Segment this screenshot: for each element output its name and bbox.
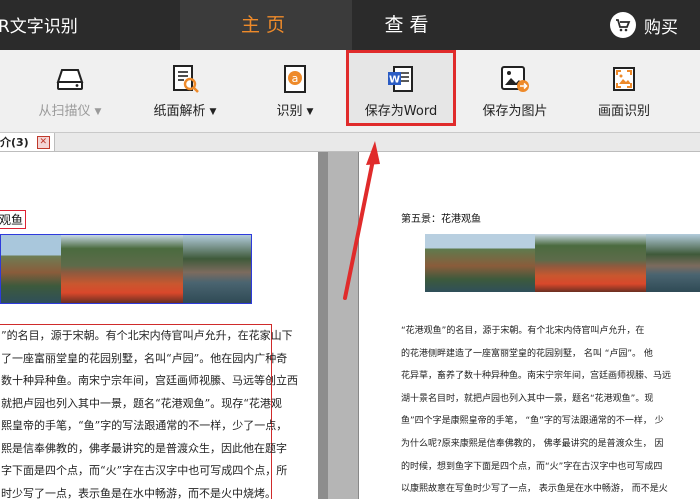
cart-icon — [610, 12, 636, 38]
page-analysis-caret-icon: ▼ — [209, 107, 217, 117]
tab-view[interactable]: 查看 — [352, 0, 467, 50]
recognize-label: 识别 — [276, 104, 303, 119]
save-word-label: 保存为Word — [364, 104, 438, 119]
app-title: R文字识别 — [0, 17, 78, 37]
tab-home[interactable]: 主页 — [180, 0, 352, 50]
right-photo-row — [425, 234, 700, 292]
right-text-line: 鱼”四个字是康熙皇帝的手笔， “鱼”字的写法跟通常的不一样， 少 — [401, 416, 664, 427]
garden-photo-1 — [425, 234, 536, 292]
save-image-label: 保存为图片 — [482, 104, 548, 119]
recognize-caret-icon: ▼ — [306, 107, 314, 117]
screen-capture-icon — [607, 62, 641, 96]
tab-home-label: 主页 — [240, 14, 291, 36]
result-preview-pane[interactable]: 第五景：花港观鱼 “花港观鱼”的名目，源于宋朝。有个北宋内侍官叫卢允升，在 的花… — [358, 152, 700, 499]
recognize-icon: a — [278, 62, 312, 96]
left-text-line: 就把卢园也列入其中一景，题名“花港观鱼”。现存“花港观 — [1, 396, 282, 410]
right-text-line: 以康熙故意在写鱼时少写了一点， 表示鱼是在水中畅游， 而不是火 — [401, 484, 668, 495]
garden-photo-2 — [61, 235, 183, 303]
svg-text:W: W — [389, 75, 400, 86]
right-text-line: 花异草，畜养了数十种异种鱼。南宋宁宗年间，宫廷画师视縢、马远 — [401, 371, 672, 382]
buy-label: 购买 — [644, 17, 678, 38]
garden-photo-2 — [535, 234, 646, 292]
right-text-line: 为什么呢?原来康熙是信奉佛教的， 佛孝最讲究的是普渡众生， 因 — [401, 438, 664, 449]
screen-capture-button[interactable]: 画面识别 — [582, 50, 666, 132]
document-tab[interactable]: 介(3) ✕ — [0, 133, 55, 151]
title-bar: R文字识别 主页 查看 购买 — [0, 0, 700, 50]
page-analysis-label: 纸面解析 — [153, 104, 206, 119]
svg-text:a: a — [292, 72, 299, 85]
toolbar: 从扫描仪 ▼ 纸面解析 ▼ a 识别 ▼ W 保存为Word 保存为图片 画面识别 — [0, 50, 700, 133]
word-icon: W — [384, 62, 418, 96]
scan-label: 从扫描仪 — [38, 104, 91, 119]
left-heading-region[interactable]: 观鱼 — [0, 210, 27, 229]
garden-photo-3 — [183, 235, 251, 303]
page-analysis-button[interactable]: 纸面解析 ▼ — [140, 50, 230, 132]
save-image-icon — [498, 62, 532, 96]
screen-capture-label: 画面识别 — [597, 104, 650, 119]
save-image-button[interactable]: 保存为图片 — [470, 50, 560, 132]
scanner-icon — [53, 62, 87, 96]
right-text-line: “花港观鱼”的名目，源于宋朝。有个北宋内侍官叫卢允升，在 — [401, 326, 645, 336]
garden-photo-1 — [1, 235, 61, 303]
document-tab-strip: 介(3) ✕ — [0, 133, 700, 152]
garden-photo-3 — [645, 234, 700, 292]
document-tab-label: 介(3) — [0, 136, 29, 149]
right-text-line: 的花港侧畔建造了一座富丽堂皇的花园别墅， 名叫 “卢园”。 他 — [401, 348, 653, 359]
left-text-line: 数十种异种鱼。南宋宁宗年间，宫廷画师视縢、马远等创立西 — [1, 374, 298, 387]
recognize-button[interactable]: a 识别 ▼ — [255, 50, 335, 132]
right-text-line: 湖十景名目时，就把卢园也列入其中一景，题名“花港观鱼”。现 — [401, 393, 654, 404]
left-photo-region[interactable] — [0, 234, 252, 304]
right-text-line: 的时候，想到鱼字下面是四个点，而“火”字在古汉字中也可写成四 — [401, 461, 663, 472]
left-text-line: 了一座富丽堂皇的花园别墅，名叫“卢园”。他在园内广种奇 — [1, 351, 288, 365]
scan-caret-icon: ▼ — [94, 107, 102, 117]
left-scrollbar[interactable] — [318, 152, 328, 499]
right-text-block: “花港观鱼”的名目，源于宋朝。有个北宋内侍官叫卢允升，在 的花港侧畔建造了一座富… — [401, 320, 700, 499]
left-text-region[interactable]: ”的名目，源于宋朝。有个北宋内侍官叫卢允升，在花家山下 了一座富丽堂皇的花园别墅… — [0, 324, 298, 499]
scan-button[interactable]: 从扫描仪 ▼ — [30, 50, 110, 132]
left-text-line: 熙是信奉佛教的，佛孝最讲究的是普渡众生，因此他在题字 — [1, 441, 287, 455]
left-text-line: 时少写了一点，表示鱼是在水中畅游，而不是火中烧烤。 — [1, 486, 276, 499]
left-text-line: 字下面是四个点，而“火”字在古汉字中也可写成四个点，所 — [1, 464, 288, 477]
buy-button[interactable]: 购买 — [610, 12, 678, 38]
page-analysis-icon — [168, 62, 202, 96]
source-image-pane[interactable]: 观鱼 ”的名目，源于宋朝。有个北宋内侍官叫卢允升，在花家山下 了一座富丽堂皇的花… — [0, 152, 318, 499]
right-heading: 第五景：花港观鱼 — [401, 214, 481, 225]
left-text-line: ”的名目，源于宋朝。有个北宋内侍官叫卢允升，在花家山下 — [1, 329, 293, 342]
save-word-button[interactable]: W 保存为Word — [349, 50, 453, 132]
tab-view-label: 查看 — [384, 14, 435, 36]
close-icon[interactable]: ✕ — [36, 135, 50, 149]
left-text-line: 熙皇帝的手笔，“鱼”字的写法跟通常的不一样，少了一点， — [1, 419, 288, 432]
